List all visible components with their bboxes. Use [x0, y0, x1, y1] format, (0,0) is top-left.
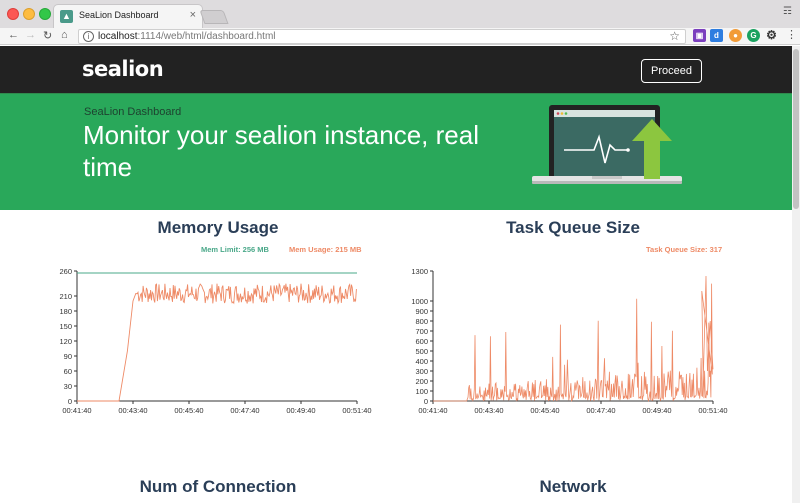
- browser-toolbar: ← → ↻ ⌂ i localhost:1114/web/html/dashbo…: [0, 28, 800, 45]
- y-tick-label: 1000: [411, 297, 428, 306]
- minimize-window-button[interactable]: [23, 8, 35, 20]
- close-window-button[interactable]: [7, 8, 19, 20]
- extension-purple-icon[interactable]: ▣: [693, 29, 706, 42]
- connection-chart-title: Num of Connection: [139, 477, 297, 496]
- y-tick-label: 100: [415, 387, 428, 396]
- y-tick-label: 1300: [411, 267, 428, 276]
- tab-close-icon[interactable]: ×: [190, 9, 196, 21]
- scrollbar-thumb[interactable]: [793, 49, 799, 209]
- star-icon[interactable]: ☆: [669, 29, 680, 43]
- y-tick-label: 30: [64, 382, 72, 391]
- y-tick-label: 0: [424, 397, 428, 406]
- memory-legend-limit: Mem Limit: 256 MB: [201, 245, 269, 254]
- extension-gear-icon[interactable]: ⚙: [765, 29, 778, 42]
- hero-subtitle: SeaLion Dashboard: [84, 106, 182, 118]
- y-tick-label: 120: [59, 337, 72, 346]
- x-tick-label: 00:45:40: [530, 406, 559, 415]
- browser-tab[interactable]: ▲ SeaLion Dashboard ×: [53, 4, 203, 28]
- queue-legend-size: Task Queue Size: 317: [646, 245, 723, 254]
- x-tick-label: 00:49:40: [286, 406, 315, 415]
- x-tick-label: 00:51:40: [698, 406, 727, 415]
- x-tick-label: 00:47:40: [586, 406, 615, 415]
- y-tick-label: 60: [64, 367, 72, 376]
- y-tick-label: 900: [415, 307, 428, 316]
- memory-chart-title: Memory Usage: [157, 218, 279, 237]
- x-tick-label: 00:51:40: [342, 406, 371, 415]
- url-text: localhost:1114/web/html/dashboard.html: [98, 31, 276, 42]
- tab-title: SeaLion Dashboard: [79, 10, 159, 20]
- y-tick-label: 800: [415, 317, 428, 326]
- y-tick-label: 90: [64, 352, 72, 361]
- y-tick-label: 150: [59, 322, 72, 331]
- y-tick-label: 210: [59, 292, 72, 301]
- queue-chart-title: Task Queue Size: [506, 218, 640, 237]
- proceed-button[interactable]: Proceed: [641, 59, 702, 83]
- page-content: sealion Proceed SeaLion Dashboard Monito…: [0, 46, 792, 503]
- extension-blue-icon[interactable]: d: [710, 29, 723, 42]
- hero-title: Monitor your sealion instance, real time: [83, 120, 479, 182]
- y-tick-label: 260: [59, 267, 72, 276]
- x-tick-label: 00:45:40: [174, 406, 203, 415]
- back-icon[interactable]: ←: [8, 29, 19, 41]
- menu-icon[interactable]: ⋮: [786, 28, 797, 41]
- mem-usage-line: [77, 282, 357, 402]
- x-tick-label: 00:41:40: [62, 406, 91, 415]
- profile-icon[interactable]: ☶: [783, 6, 792, 17]
- x-tick-label: 00:41:40: [418, 406, 447, 415]
- x-tick-label: 00:43:40: [118, 406, 147, 415]
- address-bar[interactable]: i localhost:1114/web/html/dashboard.html…: [78, 29, 686, 44]
- memory-usage-chart: 0 30 60 90 120 150 180 210 260 00:41:40 00:43:40 00…: [59, 267, 371, 415]
- y-tick-label: 0: [68, 397, 72, 406]
- task-queue-line: [433, 275, 714, 403]
- y-tick-label: 200: [415, 377, 428, 386]
- laptop-illustration: [532, 105, 682, 184]
- site-navbar: sealion Proceed: [0, 46, 792, 93]
- page-scrollbar[interactable]: [792, 46, 800, 503]
- y-tick-label: 400: [415, 357, 428, 366]
- task-queue-chart: 01002003004005006007008009001000 1300 00:4…: [411, 267, 727, 415]
- forward-icon[interactable]: →: [25, 29, 36, 41]
- tab-favicon-icon: ▲: [60, 10, 73, 23]
- maximize-window-button[interactable]: [39, 8, 51, 20]
- y-tick-label: 500: [415, 347, 428, 356]
- x-tick-label: 00:49:40: [642, 406, 671, 415]
- y-tick-label: 300: [415, 367, 428, 376]
- reload-icon[interactable]: ↻: [43, 29, 52, 42]
- y-tick-label: 700: [415, 327, 428, 336]
- logo[interactable]: sealion: [82, 57, 164, 81]
- network-chart-title: Network: [539, 477, 607, 496]
- y-tick-label: 600: [415, 337, 428, 346]
- home-icon[interactable]: ⌂: [61, 29, 68, 41]
- hero-banner: SeaLion Dashboard Monitor your sealion i…: [0, 93, 792, 210]
- y-tick-label: 180: [59, 307, 72, 316]
- x-tick-label: 00:43:40: [474, 406, 503, 415]
- extension-grammarly-icon[interactable]: G: [747, 29, 760, 42]
- new-tab-button[interactable]: [199, 10, 229, 24]
- memory-legend-usage: Mem Usage: 215 MB: [289, 245, 362, 254]
- info-icon[interactable]: i: [83, 31, 94, 42]
- browser-tabstrip: ▲ SeaLion Dashboard × ☶: [0, 0, 800, 28]
- extension-cookie-icon[interactable]: ●: [729, 29, 742, 42]
- x-tick-label: 00:47:40: [230, 406, 259, 415]
